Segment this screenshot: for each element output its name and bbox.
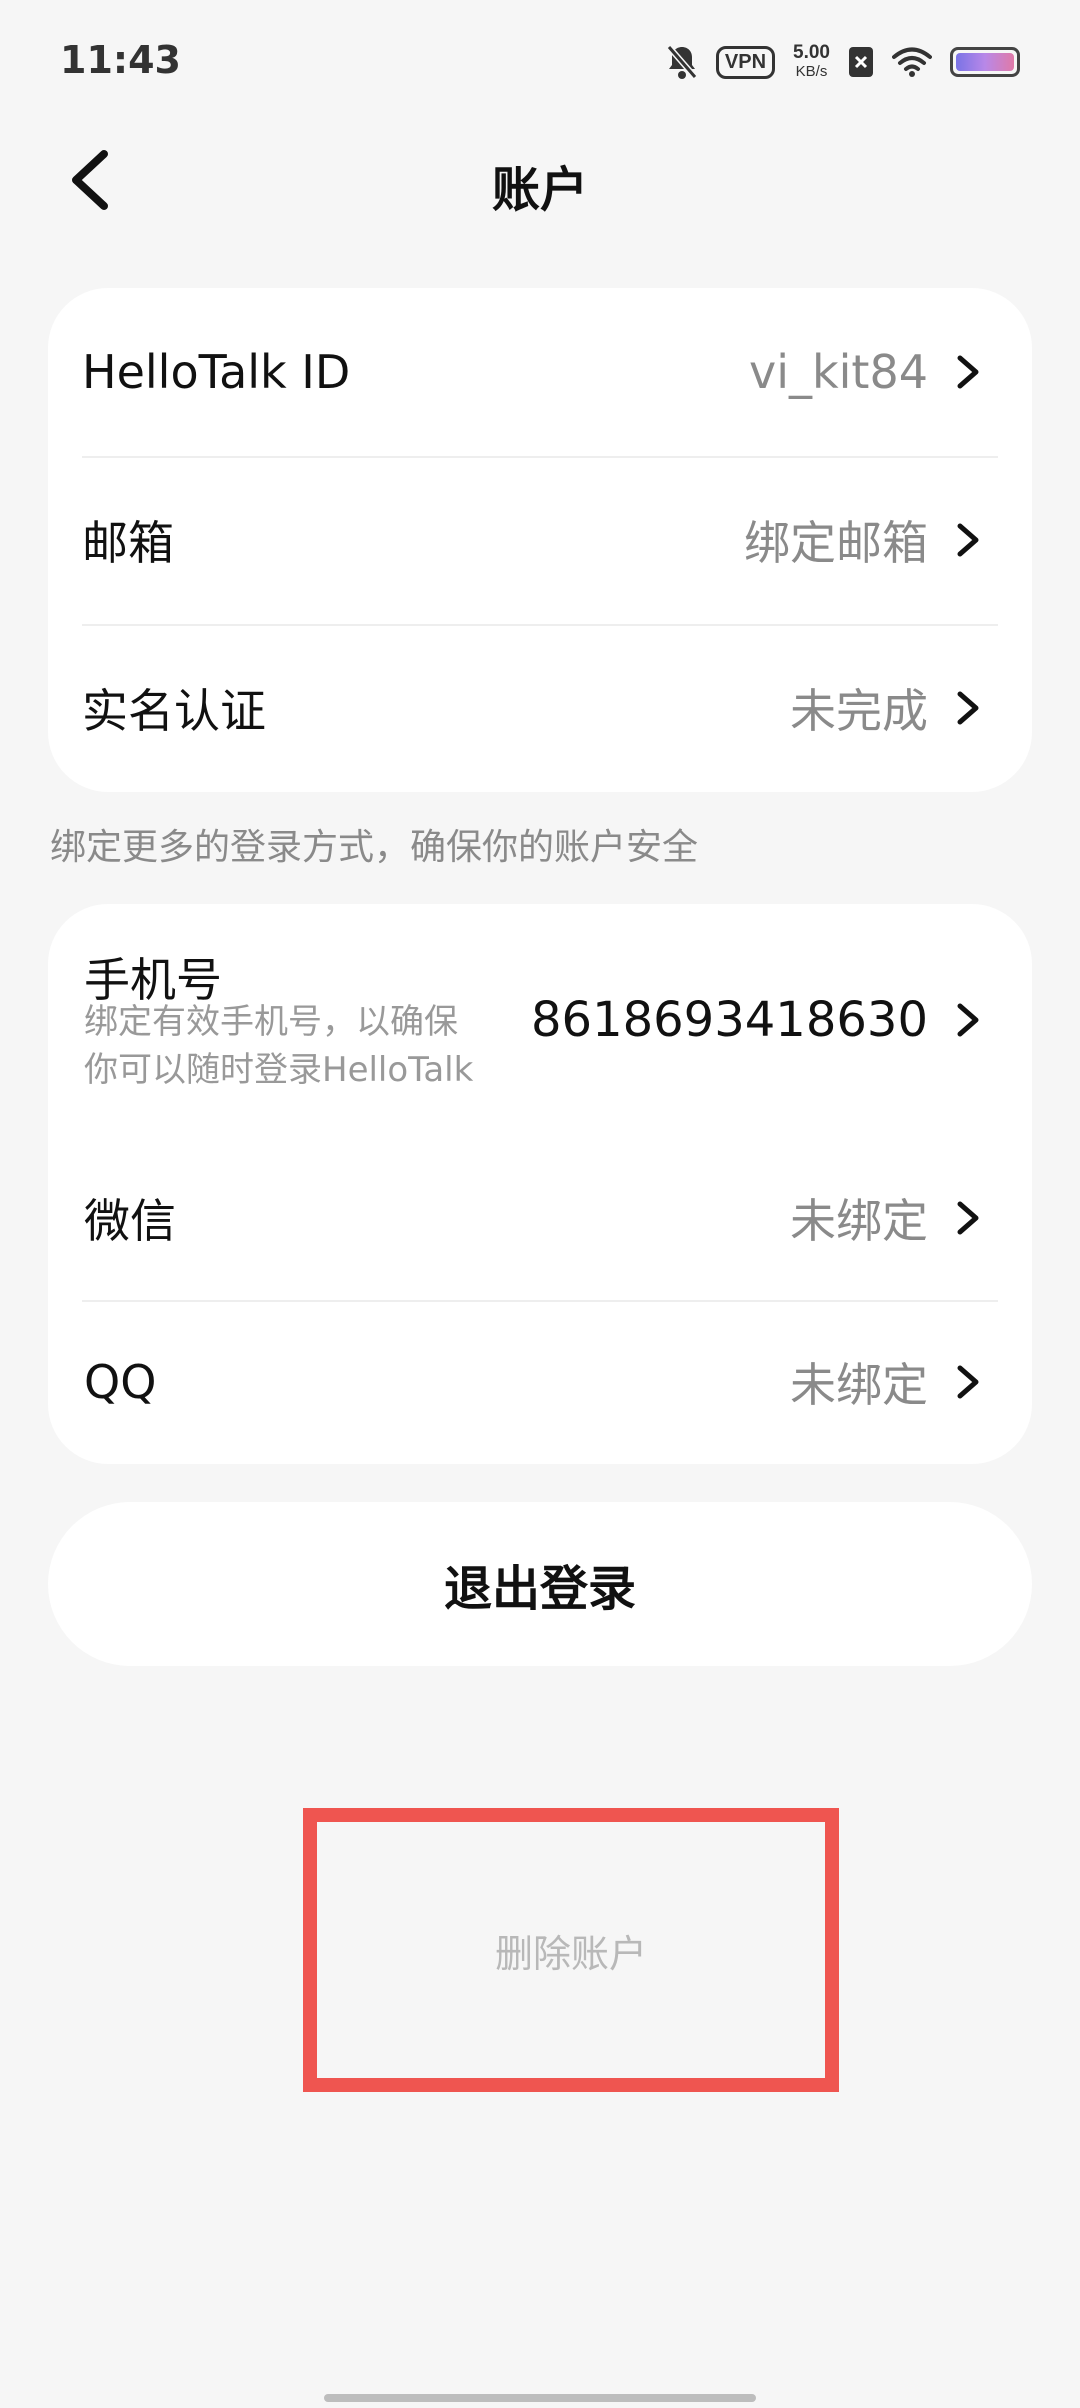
row-label: QQ [84,1355,157,1409]
phone-number: 8618693418630 [530,992,928,1048]
chevron-right-icon [957,1003,979,1037]
vpn-badge: VPN [715,45,776,79]
speed-unit: KB/s [795,63,828,80]
battery-icon [950,47,1020,77]
chevron-right-icon [957,1365,979,1399]
bell-muted-icon [666,45,698,79]
row-phone[interactable]: 手机号 绑定有效手机号，以确保 你可以随时登录HelloTalk 8618693… [48,904,1032,1136]
row-label: 邮箱 [82,516,174,570]
delete-account-highlight: 删除账户 [303,1808,839,2092]
network-speed: 5.00 KB/s [793,43,830,81]
wifi-icon [892,47,932,77]
chevron-right-icon [957,523,979,557]
status-time: 11:43 [60,38,181,82]
phone-subtitle-line: 绑定有效手机号，以确保 [84,1002,458,1042]
chevron-right-icon [957,691,979,725]
page-title: 账户 [491,162,588,218]
row-real-name[interactable]: 实名认证 未完成 [48,624,1032,792]
chevron-right-icon [957,1201,979,1235]
speed-value: 5.00 [793,42,830,63]
sim-blocked-icon [849,47,873,77]
home-indicator[interactable] [324,2394,756,2402]
row-label: 微信 [84,1194,176,1248]
login-methods-card: 手机号 绑定有效手机号，以确保 你可以随时登录HelloTalk 8618693… [48,904,1032,1464]
phone-subtitle: 绑定有效手机号，以确保 你可以随时登录HelloTalk [84,998,564,1094]
battery-level [956,53,1014,71]
row-value: 未绑定 [790,1358,928,1412]
row-qq[interactable]: QQ 未绑定 [48,1300,1032,1464]
security-hint: 绑定更多的登录方式，确保你的账户安全 [50,827,699,868]
row-wechat[interactable]: 微信 未绑定 [48,1136,1032,1300]
row-value: vi_kit84 [749,345,928,399]
status-bar: 11:43 VPN 5.00 KB/s [0,0,1080,120]
row-hellotalk-id[interactable]: HelloTalk ID vi_kit84 [48,288,1032,456]
account-card: HelloTalk ID vi_kit84 邮箱 绑定邮箱 实名认证 未完成 [48,288,1032,792]
row-label: HelloTalk ID [82,345,351,399]
row-email[interactable]: 邮箱 绑定邮箱 [48,456,1032,624]
row-label: 实名认证 [82,684,266,738]
logout-button[interactable]: 退出登录 [48,1502,1032,1666]
row-value: 绑定邮箱 [744,516,928,570]
row-value: 未绑定 [790,1194,928,1248]
chevron-right-icon [957,355,979,389]
row-value: 未完成 [790,684,928,738]
delete-account-button[interactable]: 删除账户 [495,1923,647,1978]
phone-subtitle-line: 你可以随时登录HelloTalk [84,1050,474,1090]
status-icons: VPN 5.00 KB/s [666,40,1020,84]
header: 账户 [0,120,1080,240]
